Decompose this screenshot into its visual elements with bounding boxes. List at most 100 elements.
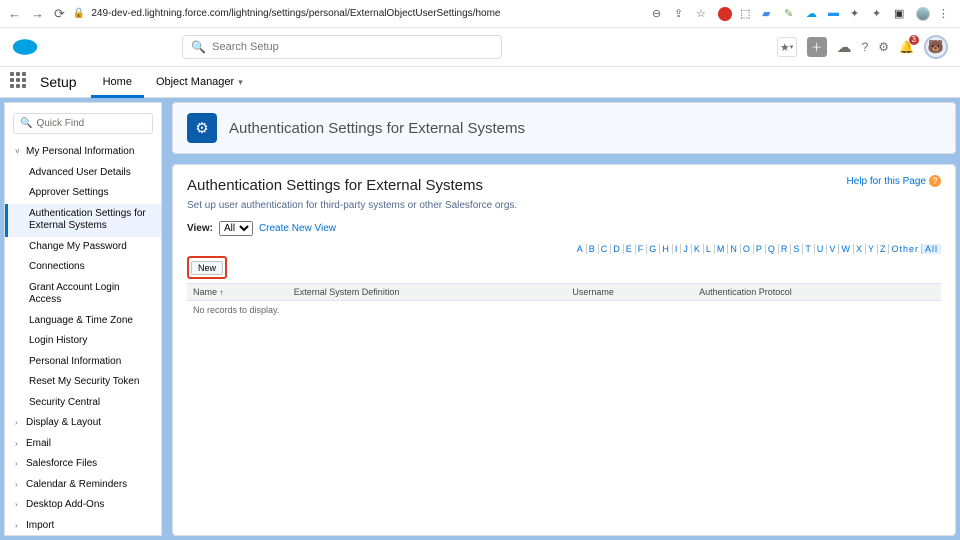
extension-opera-icon[interactable] [718, 7, 732, 21]
new-button[interactable]: New [191, 261, 223, 275]
sidebar-item[interactable]: ›Desktop Add-Ons [5, 495, 161, 516]
help-link[interactable]: Help for this Page ? [847, 175, 942, 187]
sidebar-item[interactable]: Login History [5, 331, 161, 352]
sidebar-item[interactable]: ›Calendar & Reminders [5, 475, 161, 496]
notification-badge: 3 [909, 35, 919, 45]
alpha-filter[interactable]: H [660, 244, 673, 254]
sidebar-item[interactable]: Grant Account Login Access [5, 278, 161, 311]
sidebar-item[interactable]: Authentication Settings for External Sys… [5, 204, 161, 237]
alpha-filter[interactable]: U [815, 244, 828, 254]
alpha-filter[interactable]: B [587, 244, 599, 254]
alpha-filter[interactable]: S [791, 244, 803, 254]
sidebar-item[interactable]: Change My Password [5, 237, 161, 258]
sidebar-item[interactable]: Advanced User Details [5, 163, 161, 184]
alpha-filter[interactable]: X [854, 244, 866, 254]
extension-bolt-icon[interactable]: ✦ [850, 7, 864, 21]
sidebar-item[interactable]: Security Central [5, 393, 161, 414]
sidebar-item[interactable]: ›Display & Layout [5, 413, 161, 434]
browser-top-bar: ← → ⟳ 🔒 249-dev-ed.lightning.force.com/l… [0, 0, 960, 28]
sidebar-item-label: Salesforce Files [26, 458, 97, 471]
alpha-filter[interactable]: Z [878, 244, 890, 254]
sidebar-item-label: Change My Password [29, 241, 127, 252]
forward-button[interactable]: → [31, 6, 44, 22]
setup-nav-bar: Setup Home Object Manager ▾ [0, 66, 960, 98]
alpha-filter[interactable]: T [803, 244, 815, 254]
col-authproto[interactable]: Authentication Protocol [693, 284, 941, 301]
sidebar-item[interactable]: Reset My Security Token [5, 372, 161, 393]
sidebar-item[interactable]: ˅My Personal Information [5, 142, 161, 163]
profile-avatar-icon[interactable] [916, 7, 930, 21]
extensions-puzzle-icon[interactable]: ✦ [872, 7, 886, 21]
alpha-filter[interactable]: V [827, 244, 839, 254]
alpha-filter[interactable]: P [754, 244, 766, 254]
gear-icon[interactable]: ⚙ [878, 40, 889, 54]
sidebar-item[interactable]: Personal Information [5, 352, 161, 373]
zoom-icon[interactable]: ⊖ [652, 7, 666, 21]
extension-wand-icon[interactable]: ✎ [784, 7, 798, 21]
chevron-right-icon: › [15, 418, 23, 428]
alpha-filter[interactable]: All [922, 244, 941, 254]
col-extdef[interactable]: External System Definition [288, 284, 567, 301]
user-avatar[interactable]: 🐻 [924, 35, 948, 59]
sidebar-item-label: Email [26, 438, 51, 451]
content-area: ⚙ Authentication Settings for External S… [172, 102, 956, 536]
alpha-filter[interactable]: O [741, 244, 754, 254]
alpha-filter[interactable]: Other [889, 244, 922, 254]
extension-icon[interactable]: ▰ [762, 7, 776, 21]
share-icon[interactable]: ⇪ [674, 7, 688, 21]
sidebar-item[interactable]: ›Salesforce Files [5, 454, 161, 475]
reload-button[interactable]: ⟳ [54, 6, 65, 22]
chevron-down-icon: ▾ [238, 77, 243, 88]
sidebar-item[interactable]: Approver Settings [5, 183, 161, 204]
extension-cloud-icon[interactable]: ☁ [806, 7, 820, 21]
alpha-filter[interactable]: N [728, 244, 741, 254]
sidebar-item[interactable]: ›Import [5, 516, 161, 537]
view-select[interactable]: All [219, 221, 253, 236]
tab-home[interactable]: Home [91, 68, 144, 98]
sidebar-item[interactable]: Connections [5, 257, 161, 278]
sidebar-item-label: Grant Account Login Access [29, 282, 120, 306]
extension-icon[interactable]: ⬚ [740, 7, 754, 21]
extension-chat-icon[interactable]: ▬ [828, 7, 842, 21]
global-search[interactable]: 🔍 [182, 35, 502, 59]
alpha-filter[interactable]: L [704, 244, 715, 254]
alpha-filter[interactable]: C [599, 244, 612, 254]
salesforce-header: 🔍 ★▾ ＋ ☁ ? ⚙ 🔔3 🐻 [0, 28, 960, 66]
sidebar-item-label: Calendar & Reminders [26, 479, 127, 492]
alpha-filter[interactable]: M [715, 244, 729, 254]
alpha-filter[interactable]: W [839, 244, 854, 254]
col-name[interactable]: Name ↑ [187, 284, 288, 301]
sidebar-item[interactable]: ›Email [5, 434, 161, 455]
alpha-filter[interactable]: Q [766, 244, 779, 254]
app-launcher-icon[interactable] [10, 72, 30, 92]
alpha-filter[interactable]: D [611, 244, 624, 254]
salesforce-logo-icon [12, 38, 38, 56]
star-icon[interactable]: ☆ [696, 7, 710, 21]
extensions-menu-icon[interactable]: ▣ [894, 7, 908, 21]
chevron-right-icon: › [15, 521, 23, 531]
alpha-filter[interactable]: E [624, 244, 636, 254]
alpha-filter[interactable]: G [647, 244, 660, 254]
salesforce-help-icon[interactable]: ☁ [837, 38, 852, 56]
sidebar-item[interactable]: Language & Time Zone [5, 311, 161, 332]
search-input[interactable] [212, 41, 493, 53]
tab-object-manager[interactable]: Object Manager ▾ [144, 67, 255, 97]
create-new-view-link[interactable]: Create New View [259, 223, 336, 234]
sidebar-item-label: Import [26, 520, 54, 533]
chevron-right-icon: › [15, 459, 23, 469]
notifications-button[interactable]: 🔔3 [899, 40, 914, 54]
alpha-filter[interactable]: J [681, 244, 692, 254]
alpha-filter[interactable]: K [692, 244, 704, 254]
back-button[interactable]: ← [8, 6, 21, 22]
help-icon[interactable]: ? [862, 40, 869, 54]
global-add-button[interactable]: ＋ [807, 37, 827, 57]
alpha-filter[interactable]: Y [866, 244, 878, 254]
kebab-menu-icon[interactable]: ⋮ [938, 7, 952, 21]
alpha-filter[interactable]: R [779, 244, 792, 254]
page-header-title: Authentication Settings for External Sys… [229, 120, 525, 137]
favorites-button[interactable]: ★▾ [777, 37, 797, 57]
quick-find-input[interactable]: 🔍 Quick Find [13, 113, 153, 134]
col-username[interactable]: Username [566, 284, 693, 301]
alpha-filter[interactable]: F [636, 244, 648, 254]
alpha-filter[interactable]: A [575, 244, 587, 254]
